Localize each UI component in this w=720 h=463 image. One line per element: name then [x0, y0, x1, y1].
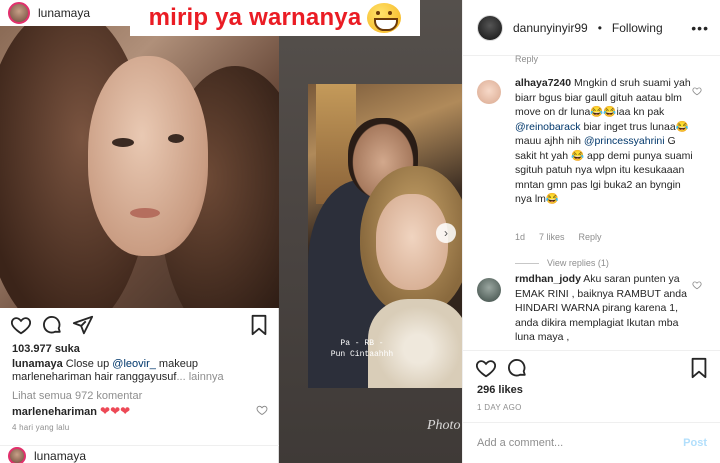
- story-caption-line: Pun Cintaahhh: [330, 350, 394, 359]
- comment-mention[interactable]: @reinobarack: [515, 121, 581, 133]
- comment-age: 1d: [515, 232, 526, 242]
- share-icon: [72, 315, 94, 335]
- embedded-photo: [0, 26, 279, 308]
- add-comment-input[interactable]: [477, 437, 684, 449]
- caption-mention: @leovir_: [112, 358, 156, 370]
- story-caption-line: Pa - RB -: [340, 339, 384, 348]
- separator-dot: •: [597, 20, 602, 35]
- reply-link[interactable]: Reply: [579, 232, 602, 242]
- comment-text: rmdhan_jody Aku saran punten ya EMAK RIN…: [515, 272, 693, 345]
- next-slide-button[interactable]: ›: [436, 223, 456, 243]
- view-replies-label[interactable]: View replies (1): [547, 258, 609, 268]
- caption-text: Close up: [62, 358, 113, 370]
- comment-mention[interactable]: @princessyahrini: [584, 135, 665, 147]
- comment-meta: 1d 7 likes Reply: [515, 232, 602, 242]
- comment-likes[interactable]: 7 likes: [539, 232, 565, 242]
- embedded-timestamp: 4 hari yang lalu: [12, 423, 70, 432]
- caption-username: lunamaya: [12, 358, 63, 370]
- comments-list[interactable]: alhaya7240 Mngkin d sruh suami yah biarr…: [463, 66, 720, 350]
- post-username[interactable]: danunyinyir99: [513, 21, 588, 35]
- post-header: danunyinyir99 • Following •••: [463, 0, 720, 56]
- photo-detail: [88, 56, 208, 256]
- comment-username: marlenehariman: [12, 406, 97, 418]
- embedded-next-username: lunamaya: [34, 448, 87, 463]
- like-comment-heart-icon[interactable]: [692, 280, 702, 290]
- bookmark-icon[interactable]: [688, 357, 710, 379]
- likes-count[interactable]: 296 likes: [477, 384, 523, 396]
- comment-username[interactable]: alhaya7240: [515, 77, 571, 89]
- post-media[interactable]: lunamaya 103.977 suka lunamaya Close up …: [0, 0, 462, 463]
- grinning-face-icon: [367, 3, 402, 33]
- add-comment-row: Post: [463, 422, 720, 463]
- avatar[interactable]: [477, 14, 503, 41]
- embedded-likes: 103.977 suka: [12, 343, 80, 355]
- comment-icon[interactable]: [506, 357, 528, 379]
- comment-text: alhaya7240 Mngkin d sruh suami yah biarr…: [515, 76, 693, 207]
- embedded-comment: marlenehariman ❤❤❤: [12, 404, 130, 418]
- embedded-post: lunamaya 103.977 suka lunamaya Close up …: [0, 0, 279, 463]
- avatar: [8, 446, 26, 463]
- story-caption: Pa - RB - Pun Cintaahhh: [330, 338, 394, 360]
- post-button[interactable]: Post: [683, 437, 707, 449]
- avatar[interactable]: [477, 80, 501, 104]
- embedded-action-row: [0, 312, 279, 338]
- caption-banner: mirip ya warnanya: [130, 0, 420, 36]
- action-row: [463, 350, 720, 384]
- embedded-username: lunamaya: [38, 6, 91, 20]
- caption-more: ... lainnya: [176, 371, 224, 383]
- divider: [515, 262, 539, 264]
- bookmark-icon: [251, 314, 267, 336]
- banner-text: mirip ya warnanya: [148, 4, 362, 31]
- follow-status[interactable]: Following: [612, 21, 663, 35]
- avatar[interactable]: [477, 278, 501, 302]
- comment-text: ❤❤❤: [100, 404, 131, 418]
- view-replies-button[interactable]: View replies (1): [515, 258, 609, 268]
- comment-icon: [43, 316, 61, 334]
- small-heart-icon: [256, 405, 268, 416]
- reply-link[interactable]: Reply: [515, 54, 538, 64]
- post-timestamp: 1 DAY AGO: [477, 403, 522, 412]
- photo-detail: [376, 194, 448, 290]
- photo-detail: [130, 208, 160, 218]
- photo-detail: [112, 138, 134, 147]
- post-sidebar: danunyinyir99 • Following ••• Reply alha…: [462, 0, 720, 463]
- more-options-icon[interactable]: •••: [691, 20, 709, 36]
- embedded-next-post-header: lunamaya: [0, 445, 279, 463]
- heart-icon: [10, 317, 32, 335]
- comment-username[interactable]: rmdhan_jody: [515, 273, 581, 285]
- like-comment-heart-icon[interactable]: [692, 86, 702, 96]
- photo-watermark: Photo: [427, 418, 461, 433]
- avatar: [8, 2, 30, 24]
- embedded-view-all-comments: Lihat semua 972 komentar: [12, 390, 143, 402]
- photo-detail: [168, 134, 184, 143]
- embedded-caption: lunamaya Close up @leovir_ makeup marlen…: [12, 358, 272, 384]
- heart-icon[interactable]: [475, 357, 497, 379]
